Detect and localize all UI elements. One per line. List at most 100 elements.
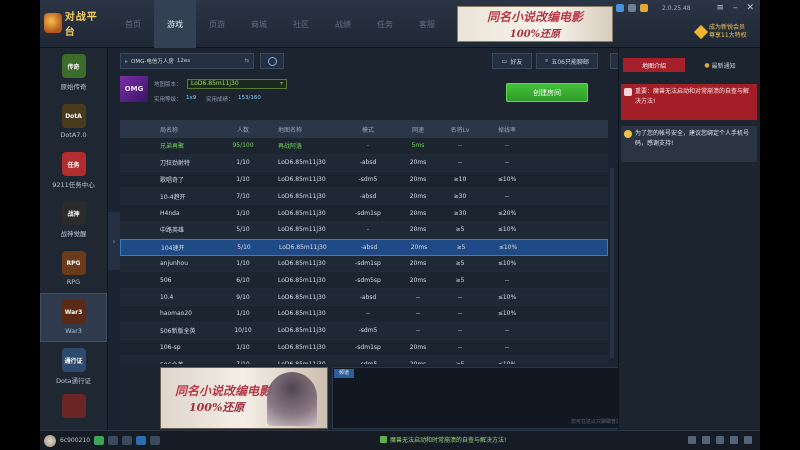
game-item-more[interactable]: [40, 391, 107, 421]
cell-map: LoD6.85m11j30: [278, 293, 326, 301]
game-item-rpg[interactable]: RPG RPG: [40, 244, 107, 293]
cell-players: 1/10: [236, 310, 250, 318]
game-item-task-center[interactable]: 任务 9211任务中心: [40, 146, 107, 195]
cell-level: --: [457, 142, 463, 150]
status-bar: 6c900210 魔兽无法启动和时常崩溃的自查与解决方法!: [40, 430, 760, 450]
cell-mode: -: [366, 226, 370, 234]
cell-mode: --: [365, 310, 371, 318]
avatar[interactable]: [44, 434, 56, 447]
game-item-dota-pass[interactable]: 通行证 Dota通行证: [40, 342, 107, 391]
cell-drop-rate: ≤20%: [497, 209, 517, 217]
tab-latest-notice[interactable]: ● 最新通知: [689, 58, 751, 72]
col-mode[interactable]: 模式: [338, 125, 398, 134]
table-scrollbar[interactable]: [610, 168, 614, 358]
map-version-select[interactable]: LoD6.85m11j30 ▾: [187, 79, 287, 89]
bottom-banner-ad[interactable]: 同名小说改编电影 100%还原: [160, 367, 328, 429]
cell-room-name: 104速开: [161, 244, 185, 252]
nav-tab-store[interactable]: 商城: [238, 0, 280, 48]
nav-tab-tasks[interactable]: 任务: [364, 0, 406, 48]
user-icon[interactable]: [628, 4, 636, 12]
war3-game-icon: War3: [61, 300, 86, 324]
menu-icon[interactable]: ≡: [716, 3, 724, 13]
top-ad-line2: 100%还原: [509, 29, 561, 40]
chat-tab-channel[interactable]: 频道: [334, 369, 354, 378]
cell-mode: -sdm5: [358, 327, 378, 335]
table-row[interactable]: 106-sp 1/10 LoD6.85m11j30 -sdm1sp 20ms -- --: [120, 340, 608, 357]
col-room-name[interactable]: 局名称: [120, 125, 228, 134]
monitor-icon[interactable]: [744, 436, 752, 444]
cell-ping: --: [415, 293, 421, 301]
notice-bind-phone[interactable]: 为了您的帐号安全，建议您绑定个人手机号码，感谢支持!: [621, 126, 757, 162]
chat-bubble-icon[interactable]: [730, 436, 738, 444]
table-row[interactable]: H4nda 1/10 LoD6.85m11j30 -sdm1sp 20ms ≥30 ≤20%: [120, 205, 608, 222]
cell-players: 1/10: [236, 175, 250, 183]
table-row[interactable]: 中路英雄 5/10 LoD6.85m11j30 - 20ms ≥5 ≤10%: [120, 221, 608, 239]
create-room-button[interactable]: 创建房间: [506, 83, 588, 102]
table-row[interactable]: 10.4 9/10 LoD6.85m11j30 -absd -- -- ≤10%: [120, 289, 608, 306]
nav-tab-community[interactable]: 社区: [280, 0, 322, 48]
minimize-icon[interactable]: –: [733, 3, 738, 13]
settings-icon[interactable]: [136, 436, 147, 445]
game-item-war3[interactable]: War3 War3: [40, 293, 107, 342]
map-version-label: 地图版本：: [154, 82, 182, 88]
switch-room-icon[interactable]: ⇆: [244, 58, 249, 64]
flag-icon[interactable]: [108, 436, 119, 445]
app-logo[interactable]: 对战平台: [44, 10, 108, 38]
vip-line1: 成为新锐会员: [709, 24, 746, 31]
col-drop-rate[interactable]: 掉线率: [482, 125, 532, 134]
nav-tab-home[interactable]: 首页: [112, 0, 154, 48]
username: 6c900210: [60, 437, 91, 444]
volume-icon[interactable]: [702, 436, 710, 444]
expand-sidebar-button[interactable]: ›: [108, 212, 120, 270]
app-window: 对战平台 首页 游戏 页游 商城 社区 战绩 任务 客服 同名小说改编电影 10…: [40, 0, 760, 450]
news-ticker[interactable]: 魔兽无法启动和时常崩溃的自查与解决方法!: [380, 435, 506, 444]
more-game-icon: [61, 394, 86, 418]
tab-map-intro[interactable]: 地图介绍: [623, 58, 685, 72]
cell-mode: -absd: [359, 159, 377, 167]
col-players[interactable]: 人数: [228, 125, 258, 134]
cell-map: LoD6.85m11j30: [278, 310, 326, 318]
table-row[interactable]: 刀狂劲射特 1/10 LoD6.85m11j30 -absd 20ms -- --: [120, 154, 608, 172]
music-icon[interactable]: [716, 436, 724, 444]
table-row[interactable]: 506全英7/10LoD6.85m11j30-sdm520ms≥5≤10%: [120, 356, 608, 364]
table-row[interactable]: 10-4趋开 7/10 LoD6.85m11j30 -absd 20ms ≥30 --: [120, 188, 608, 206]
nav-tab-support[interactable]: 客服: [406, 0, 448, 48]
notice-crash-fix[interactable]: 重要：魔兽无法启动和对常崩溃的自查与解决方法!: [621, 84, 757, 120]
table-row[interactable]: anjunhou 1/10 LoD6.85m11j30 -sdm1sp 20ms ≥5 ≤1…: [120, 255, 608, 273]
task-center-icon: 任务: [61, 152, 86, 176]
nav-tab-records[interactable]: 战绩: [322, 0, 364, 48]
table-row[interactable]: 104速开 5/10 LoD6.85m11j30 -absd 20ms ≥5 ≤10%: [120, 238, 608, 256]
table-row[interactable]: 506 6/10 LoD6.85m11j30 -sdm5sp 20ms ≥5 --: [120, 272, 608, 290]
nav-tab-webgames[interactable]: 页游: [196, 0, 238, 48]
main-nav: 首页 游戏 页游 商城 社区 战绩 任务 客服: [112, 0, 448, 48]
lobby-chat-button[interactable]: ⌕ 五06只能聊邮: [536, 53, 598, 69]
col-level[interactable]: 名将Lv: [438, 125, 482, 134]
coin-icon[interactable]: [640, 4, 648, 12]
nav-tab-games[interactable]: 游戏: [154, 0, 196, 48]
room-selector[interactable]: ▸ OMG-电信万人房 12es ⇆: [120, 53, 254, 69]
online-status-icon[interactable]: [94, 436, 105, 445]
close-icon[interactable]: ✕: [746, 3, 754, 13]
table-row[interactable]: 506新版全英 10/10 LoD6.85m11j30 -sdm5 -- -- --: [120, 322, 608, 340]
notification-icon[interactable]: [616, 4, 624, 12]
chat-panel: 频道 □ 您可在这以只聊聊普通方圆聊喝: [332, 367, 646, 429]
vip-promo[interactable]: 成为新锐会员 尊享11大特权: [693, 24, 747, 40]
table-row[interactable]: 兄弟再聚 95/100 再战阿洛 - 5ms -- --: [120, 138, 608, 155]
network-button[interactable]: [260, 53, 284, 69]
stats-icon[interactable]: [688, 436, 696, 444]
col-map[interactable]: 地图名称: [258, 125, 338, 134]
friends-icon: ▭: [501, 57, 508, 65]
table-row[interactable]: haomao20 1/10 LoD6.85m11j30 -- -- -- ≤10%: [120, 306, 608, 323]
cell-players: 6/10: [236, 276, 250, 284]
game-item-war-god[interactable]: 战神 战神觉醒: [40, 195, 107, 244]
table-body: 兄弟再聚 95/100 再战阿洛 - 5ms -- -- 刀狂劲射特 1/10 LoD6.85m1…: [120, 138, 608, 364]
gift-icon[interactable]: [150, 436, 161, 445]
game-item-legend[interactable]: 传奇 原始传奇: [40, 48, 107, 97]
lobby-chat-label: 五06只能聊邮: [551, 58, 589, 66]
col-ping[interactable]: 网速: [398, 125, 438, 134]
top-banner-ad[interactable]: 同名小说改编电影 100%还原: [457, 6, 613, 42]
game-item-dota[interactable]: DotA DotA7.0: [40, 97, 107, 146]
table-row[interactable]: 歌唱奇了 1/10 LoD6.85m11j30 -sdm5 20ms ≥10 ≤10%: [120, 172, 608, 189]
shield-icon[interactable]: [122, 436, 133, 445]
friends-button[interactable]: ▭ 好友: [492, 53, 532, 69]
